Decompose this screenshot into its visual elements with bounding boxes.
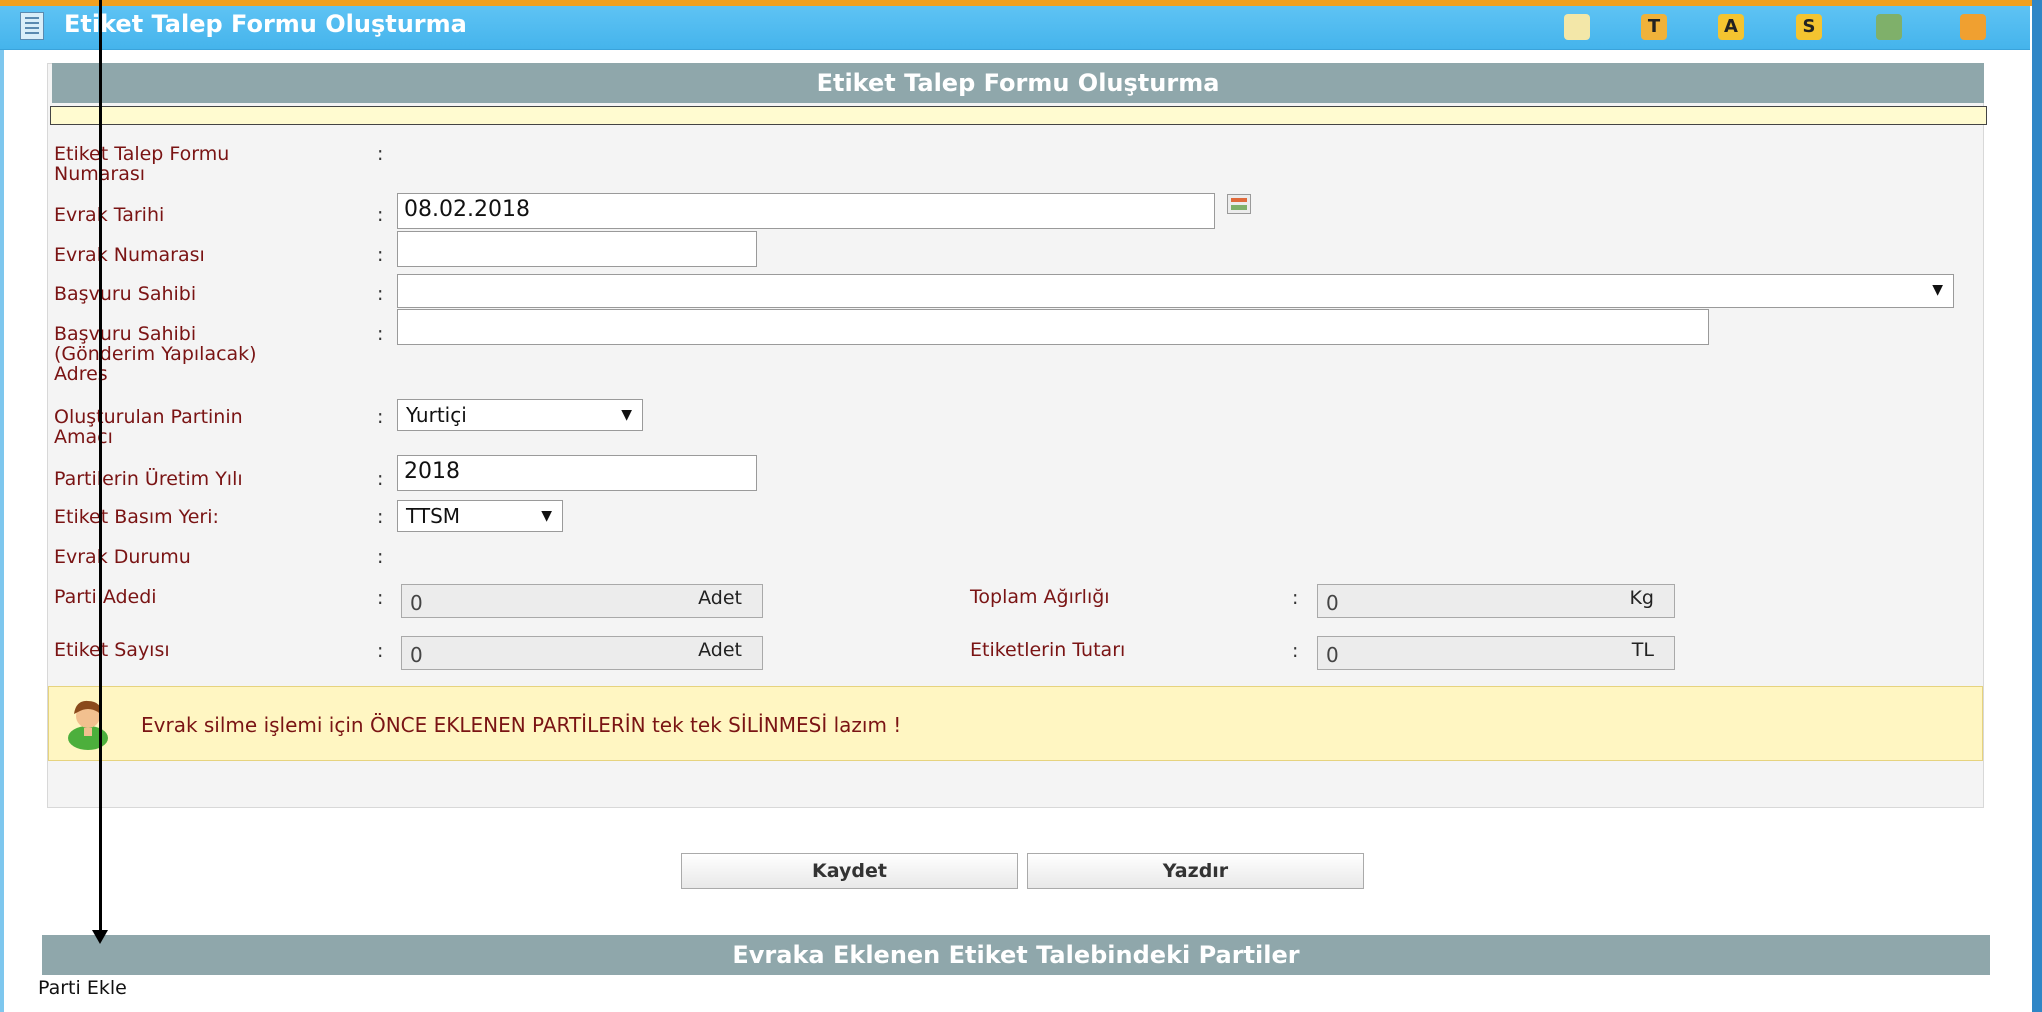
- calendar-icon[interactable]: [1227, 194, 1251, 214]
- message-strip: [50, 106, 1987, 125]
- book-icon[interactable]: [1960, 14, 1986, 40]
- colon: :: [377, 468, 384, 490]
- colon: :: [1292, 587, 1299, 609]
- amac-label-line1: Oluşturulan Partinin: [54, 406, 243, 428]
- window-right-border: [2032, 0, 2042, 1012]
- form-number-label-line2: Numarası: [54, 164, 229, 184]
- evrak-tarihi-label: Evrak Tarihi: [54, 204, 165, 226]
- form-number-label: Etiket Talep Formu Numarası: [54, 144, 229, 184]
- toplam-agirlik-unit: Kg: [1629, 587, 1654, 609]
- chevron-down-icon: ▼: [621, 407, 632, 423]
- form-header: Etiket Talep Formu Oluşturma: [52, 63, 1984, 103]
- amac-value: Yurtiçi: [406, 403, 467, 427]
- amac-label-line2: Amacı: [54, 426, 113, 448]
- chevron-down-icon: ▼: [541, 508, 552, 524]
- etiket-sayisi-value: 0: [410, 643, 423, 667]
- toplam-agirlik-value: 0: [1326, 591, 1339, 615]
- colon: :: [377, 283, 384, 305]
- colon: :: [377, 323, 384, 345]
- print-button[interactable]: Yazdır: [1027, 853, 1364, 889]
- window-left-border: [0, 6, 10, 1012]
- colon: :: [377, 204, 384, 226]
- evrak-numarasi-field[interactable]: [397, 231, 757, 267]
- colon: :: [377, 406, 384, 428]
- basim-yeri-value: TTSM: [406, 504, 461, 528]
- chevron-down-icon: ▼: [1932, 282, 1943, 298]
- colon: :: [377, 546, 384, 568]
- parti-adedi-unit: Adet: [698, 587, 742, 609]
- basim-yeri-label: Etiket Basım Yeri:: [54, 506, 219, 528]
- colon: :: [1292, 640, 1299, 662]
- annotation-arrow-head: [92, 930, 108, 944]
- toplam-agirlik-field: 0 Kg: [1317, 584, 1675, 618]
- adres-label-line1: Başvuru Sahibi: [54, 323, 197, 345]
- etiket-tutari-field: 0 TL: [1317, 636, 1675, 670]
- colon: :: [377, 143, 384, 165]
- colon: :: [377, 640, 384, 662]
- etiket-sayisi-unit: Adet: [698, 639, 742, 661]
- colon: :: [377, 506, 384, 528]
- amac-select[interactable]: Yurtiçi ▼: [397, 399, 643, 431]
- basim-yeri-select[interactable]: TTSM ▼: [397, 500, 563, 532]
- adres-label: Başvuru Sahibi (Gönderim Yapılacak) Adre…: [54, 324, 257, 384]
- parti-adedi-field: 0 Adet: [401, 584, 763, 618]
- etiket-tutari-unit: TL: [1631, 639, 1654, 661]
- add-party-link[interactable]: Parti Ekle: [38, 977, 127, 999]
- person-warning-icon: [68, 700, 108, 750]
- evrak-tarihi-field[interactable]: 08.02.2018: [397, 193, 1215, 229]
- colon: :: [377, 587, 384, 609]
- etiket-tutari-label: Etiketlerin Tutarı: [970, 639, 1126, 661]
- parti-adedi-value: 0: [410, 591, 423, 615]
- uretim-yili-label: Partilerin Üretim Yılı: [54, 468, 243, 490]
- colon: :: [377, 244, 384, 266]
- etiket-sayisi-label: Etiket Sayısı: [54, 639, 170, 661]
- window-title: Etiket Talep Formu Oluşturma: [64, 10, 467, 38]
- basvuru-sahibi-label: Başvuru Sahibi: [54, 283, 197, 305]
- user-icon[interactable]: [1876, 14, 1902, 40]
- uretim-yili-field[interactable]: 2018: [397, 455, 757, 491]
- toplam-agirlik-label: Toplam Ağırlığı: [970, 586, 1110, 608]
- adres-label-line2: (Gönderim Yapılacak): [54, 343, 257, 365]
- etiket-sayisi-field: 0 Adet: [401, 636, 763, 670]
- evrak-numarasi-label: Evrak Numarası: [54, 244, 205, 266]
- t-letter-icon[interactable]: T: [1641, 14, 1667, 40]
- form-number-label-line1: Etiket Talep Formu: [54, 143, 230, 165]
- evrak-durumu-label: Evrak Durumu: [54, 546, 191, 568]
- basvuru-sahibi-select[interactable]: ▼: [397, 274, 1954, 308]
- annotation-arrow-line: [99, 0, 102, 935]
- etiket-tutari-value: 0: [1326, 643, 1339, 667]
- parti-adedi-label: Parti Adedi: [54, 586, 157, 608]
- amac-label: Oluşturulan Partinin Amacı: [54, 407, 243, 447]
- document-icon: [20, 12, 44, 40]
- warning-text: Evrak silme işlemi için ÖNCE EKLENEN PAR…: [141, 713, 902, 737]
- adres-field[interactable]: [397, 309, 1709, 345]
- adres-label-line3: Adres: [54, 363, 108, 385]
- s-letter-icon[interactable]: S: [1796, 14, 1822, 40]
- save-button[interactable]: Kaydet: [681, 853, 1018, 889]
- parties-header: Evraka Eklenen Etiket Talebindeki Partil…: [42, 935, 1990, 975]
- a-letter-icon[interactable]: A: [1718, 14, 1744, 40]
- image-icon[interactable]: [1564, 14, 1590, 40]
